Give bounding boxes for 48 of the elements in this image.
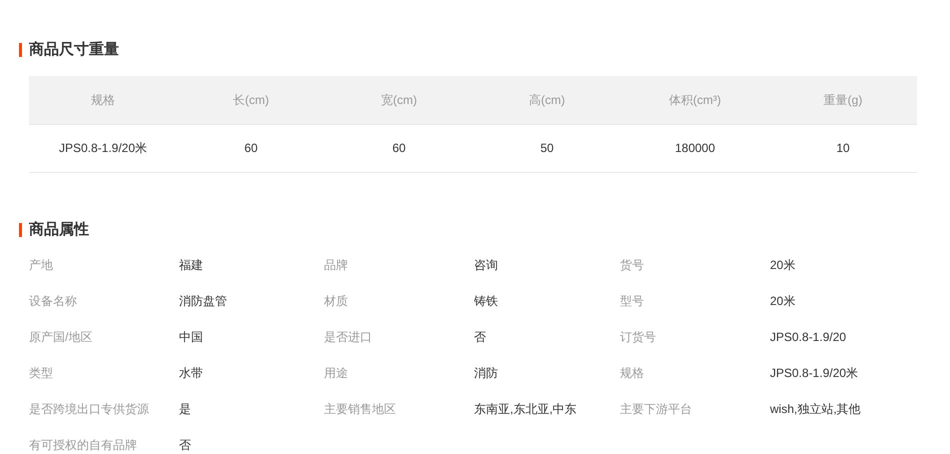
attribute-label: 原产国/地区: [29, 328, 94, 346]
attribute-value: 是: [179, 400, 192, 418]
attribute-label: 品牌: [324, 256, 349, 274]
attribute-label: 型号: [620, 292, 645, 310]
section-title: 商品属性: [29, 220, 89, 240]
table-cell: 50: [473, 124, 621, 172]
attribute-label: 是否跨境出口专供货源: [29, 400, 150, 418]
attribute-value: 消防: [474, 364, 499, 382]
column-header: 高(cm): [473, 76, 621, 124]
attribute-label: 类型: [29, 364, 54, 382]
attribute-value: 铸铁: [474, 292, 499, 310]
attribute-label: 用途: [324, 364, 349, 382]
column-header: 长(cm): [177, 76, 325, 124]
attribute-value: wish,独立站,其他: [770, 400, 862, 418]
attribute-label: 材质: [324, 292, 349, 310]
column-header: 重量(g): [769, 76, 917, 124]
attribute-value: 否: [474, 328, 487, 346]
attribute-label: 主要下游平台: [620, 400, 693, 418]
attribute-label: 货号: [620, 256, 645, 274]
attribute-label: 产地: [29, 256, 54, 274]
table-cell: JPS0.8-1.9/20米: [29, 124, 177, 172]
attribute-value: 中国: [179, 328, 204, 346]
table-cell: 60: [177, 124, 325, 172]
attribute-label: 规格: [620, 364, 645, 382]
attribute-label: 主要销售地区: [324, 400, 397, 418]
column-header: 体积(cm³): [621, 76, 769, 124]
section-title: 商品尺寸重量: [29, 40, 119, 60]
attribute-value: 20米: [770, 292, 796, 310]
attribute-label: 是否进口: [324, 328, 373, 346]
table-cell: 60: [325, 124, 473, 172]
attribute-value: 20米: [770, 256, 796, 274]
attribute-value: 东南亚,东北亚,中东: [474, 400, 578, 418]
table-cell: 10: [769, 124, 917, 172]
attribute-value: JPS0.8-1.9/20米: [770, 364, 860, 382]
attribute-label: 有可授权的自有品牌: [29, 436, 138, 454]
accent-bar: [19, 222, 22, 236]
attribute-value: 水带: [179, 364, 204, 382]
column-header: 规格: [29, 76, 177, 124]
table-cell: 180000: [621, 124, 769, 172]
attribute-value: 咨询: [474, 256, 499, 274]
column-header: 宽(cm): [325, 76, 473, 124]
attribute-value: JPS0.8-1.9/20: [770, 328, 848, 346]
attribute-value: 福建: [179, 256, 204, 274]
attribute-label: 设备名称: [29, 292, 78, 310]
accent-bar: [19, 43, 22, 57]
attribute-label: 订货号: [620, 328, 657, 346]
attribute-value: 否: [179, 436, 192, 454]
attribute-value: 消防盘管: [179, 292, 228, 310]
